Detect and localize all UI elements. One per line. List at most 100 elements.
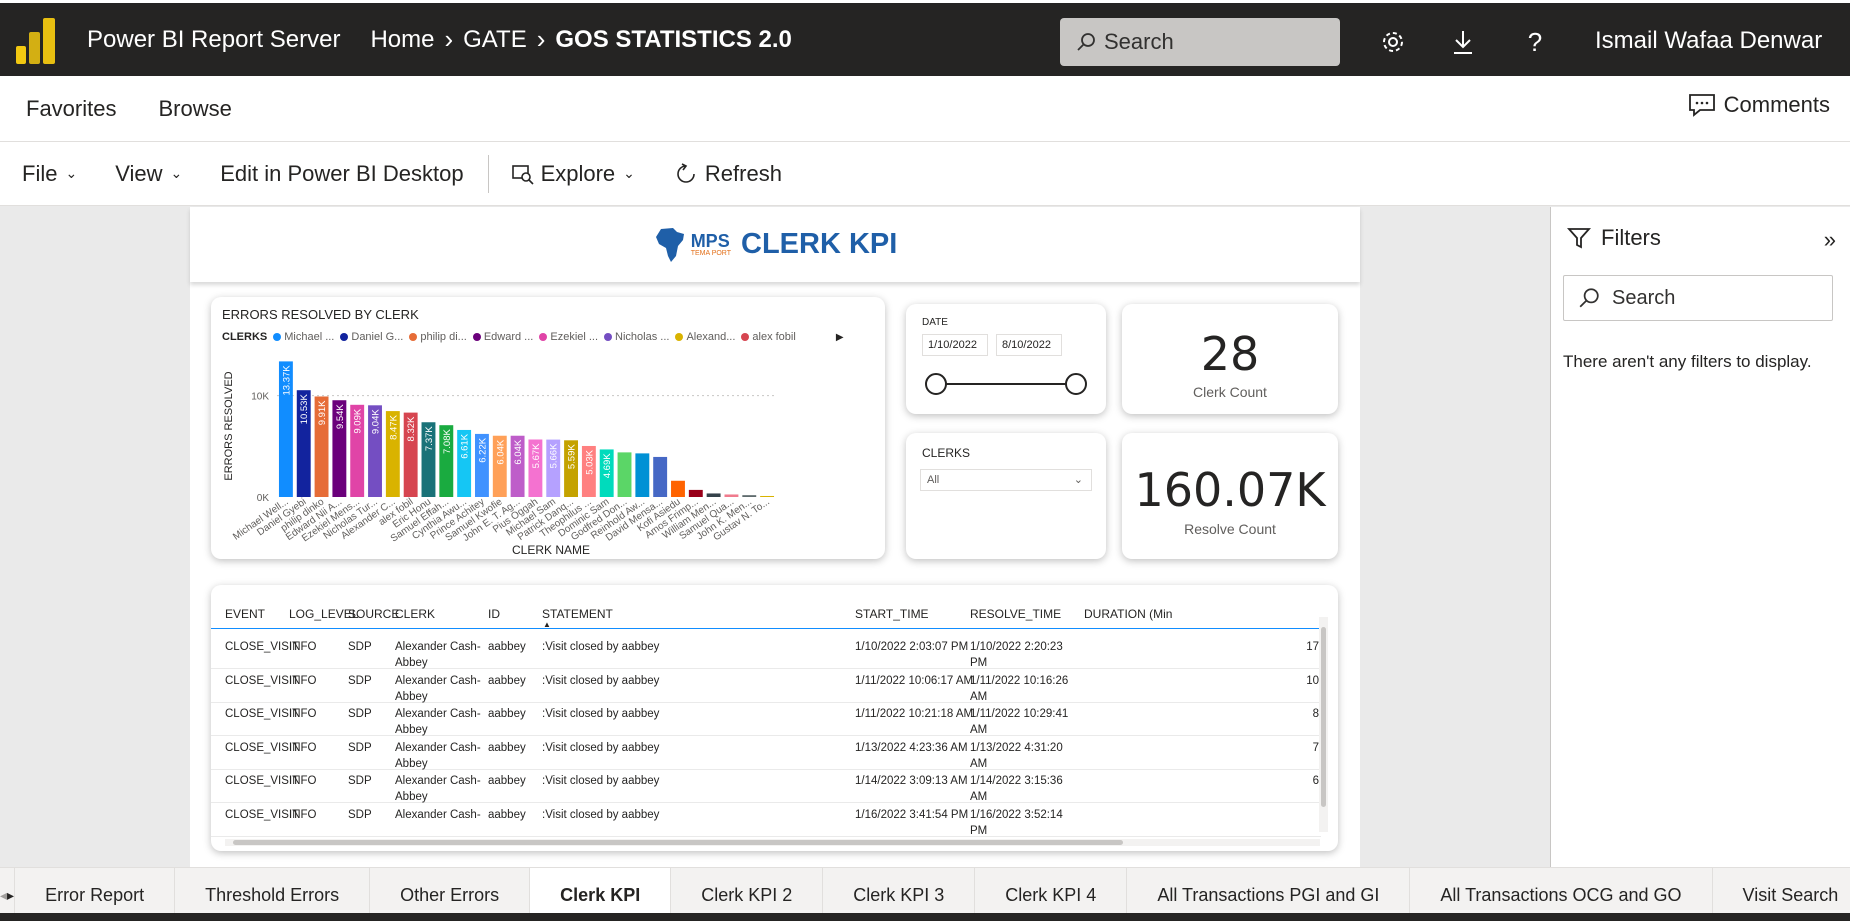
legend-item-label: Alexand... bbox=[686, 331, 736, 343]
cell-source: SDP bbox=[348, 641, 372, 653]
legend-item[interactable]: Michael ... bbox=[273, 331, 334, 343]
legend-item[interactable]: Alexand... bbox=[675, 331, 735, 343]
column-header-resolve-time[interactable]: RESOLVE_TIME bbox=[970, 607, 1061, 621]
column-header-start-time[interactable]: START_TIME bbox=[855, 607, 929, 621]
date-end-input[interactable]: 8/10/2022 bbox=[996, 334, 1062, 356]
view-menu[interactable]: View ⌄ bbox=[115, 161, 182, 187]
column-header-clerk[interactable]: CLERK bbox=[395, 607, 435, 621]
toolbar-divider bbox=[487, 154, 489, 193]
data-label: 4.69K bbox=[602, 453, 613, 478]
date-slider-start-handle[interactable] bbox=[925, 373, 947, 395]
legend-item[interactable]: Ezekiel ... bbox=[539, 331, 598, 343]
nav-browse[interactable]: Browse bbox=[158, 96, 231, 122]
comments-button[interactable]: Comments bbox=[1688, 92, 1830, 118]
cell-duration: 7 bbox=[1312, 741, 1319, 754]
cell-start-time: 1/10/2022 2:03:07 PM bbox=[855, 641, 969, 653]
column-header-event[interactable]: EVENT bbox=[225, 607, 265, 621]
filters-search-input[interactable]: Search bbox=[1563, 275, 1833, 321]
column-header-source[interactable]: SOURCE bbox=[348, 607, 399, 621]
data-label: 5.67K bbox=[531, 443, 542, 468]
nav-bar: Favorites Browse Comments bbox=[0, 76, 1850, 142]
download-icon[interactable] bbox=[1448, 27, 1478, 57]
cell-id: aabbey bbox=[488, 674, 526, 687]
clerks-dropdown-value: All bbox=[927, 474, 940, 486]
explore-label: Explore bbox=[540, 160, 616, 186]
app-title[interactable]: Power BI Report Server bbox=[87, 26, 340, 54]
cell-log-level: INFO bbox=[289, 775, 317, 788]
chevron-down-icon: ⌄ bbox=[623, 165, 635, 181]
legend-dot-icon bbox=[472, 333, 481, 341]
scrollbar-thumb[interactable] bbox=[233, 840, 1123, 845]
legend-next-icon[interactable]: ▶ bbox=[836, 332, 844, 343]
data-label: 7.08K bbox=[442, 429, 453, 454]
cell-statement: :Visit closed by aabbey bbox=[542, 775, 660, 788]
cell-log-level: INFO bbox=[289, 708, 317, 721]
bar[interactable] bbox=[688, 489, 703, 497]
search-input[interactable]: Search bbox=[1060, 18, 1340, 66]
cell-event: CLOSE_VISIT bbox=[225, 674, 300, 687]
breadcrumb-gate[interactable]: GATE bbox=[463, 26, 527, 54]
file-menu[interactable]: File ⌄ bbox=[22, 161, 77, 187]
bar[interactable] bbox=[671, 480, 685, 497]
errors-resolved-chart[interactable]: ERRORS RESOLVED BY CLERK CLERKS Michael … bbox=[211, 297, 885, 559]
data-label: 9.91K bbox=[317, 400, 328, 425]
previous-page-icon[interactable]: ◂ bbox=[0, 887, 7, 904]
filters-title: Filters bbox=[1601, 225, 1661, 250]
cell-duration: 8 bbox=[1312, 708, 1319, 721]
nav-favorites[interactable]: Favorites bbox=[26, 96, 116, 122]
legend-dot-icon bbox=[273, 333, 282, 341]
bar[interactable] bbox=[706, 493, 721, 497]
legend-item[interactable]: alex fobil bbox=[741, 331, 796, 343]
bar[interactable] bbox=[760, 495, 775, 497]
bar[interactable] bbox=[742, 495, 757, 497]
table-vertical-scrollbar[interactable] bbox=[1319, 617, 1328, 832]
data-label: 6.61K bbox=[460, 433, 471, 458]
cell-start-time: 1/16/2022 3:41:54 PM bbox=[855, 809, 969, 821]
column-header-statement[interactable]: STATEMENT bbox=[542, 607, 613, 621]
legend-item-label: Michael ... bbox=[284, 331, 335, 343]
help-icon[interactable]: ? bbox=[1520, 27, 1550, 57]
resolve-count-value: 160.07K bbox=[1134, 463, 1326, 517]
cell-duration: 17 bbox=[1306, 641, 1319, 653]
toolbar: File ⌄ View ⌄ Edit in Power BI Desktop E… bbox=[0, 142, 1850, 206]
legend-item-label: Nicholas ... bbox=[615, 331, 670, 343]
table-horizontal-scrollbar[interactable] bbox=[225, 839, 1320, 846]
error-log-table: EVENT LOG_LEVEL SOURCE CLERK ID STATEMEN… bbox=[211, 585, 1338, 851]
power-bi-logo-icon[interactable] bbox=[16, 16, 56, 64]
date-start-input[interactable]: 1/10/2022 bbox=[922, 334, 988, 356]
collapse-filters-icon[interactable]: » bbox=[1824, 227, 1836, 253]
cell-resolve-time: 1/16/2022 3:52:14 PM bbox=[970, 809, 1063, 837]
clerks-dropdown[interactable]: All ⌄ bbox=[920, 469, 1092, 491]
gear-icon[interactable] bbox=[1378, 27, 1408, 57]
refresh-button[interactable]: Refresh bbox=[675, 161, 782, 187]
next-page-icon[interactable]: ▸ bbox=[7, 887, 14, 904]
mps-logo: MPS TEMA PORT bbox=[653, 226, 731, 264]
column-header-id[interactable]: ID bbox=[488, 607, 500, 621]
bar[interactable] bbox=[724, 494, 739, 497]
bar[interactable] bbox=[653, 456, 668, 497]
no-filters-message: There aren't any filters to display. bbox=[1563, 352, 1812, 371]
bar[interactable] bbox=[635, 453, 650, 497]
user-name[interactable]: Ismail Wafaa Denwar bbox=[1595, 27, 1822, 55]
data-label: 9.04K bbox=[371, 409, 382, 434]
explore-icon bbox=[511, 164, 534, 185]
legend-dot-icon bbox=[604, 333, 613, 341]
data-label: 5.66K bbox=[549, 443, 560, 468]
report-title: CLERK KPI bbox=[741, 228, 898, 260]
date-slicer-title: DATE bbox=[922, 317, 948, 328]
legend-item[interactable]: philip di... bbox=[409, 331, 467, 343]
legend-item[interactable]: Edward ... bbox=[472, 331, 533, 343]
chevron-down-icon: ⌄ bbox=[170, 165, 183, 181]
table-row[interactable]: CLOSE_VISIT INFO SDP Alexander Cash-aabbey:… bbox=[211, 798, 1321, 837]
column-header-duration[interactable]: DURATION (Min bbox=[1084, 607, 1321, 621]
edit-in-desktop-button[interactable]: Edit in Power BI Desktop bbox=[220, 161, 463, 187]
legend-item[interactable]: Nicholas ... bbox=[604, 331, 669, 343]
date-slicer: DATE 1/10/2022 8/10/2022 bbox=[906, 304, 1106, 414]
legend-item[interactable]: Daniel G... bbox=[340, 331, 403, 343]
explore-menu[interactable]: Explore ⌄ bbox=[511, 161, 635, 187]
scrollbar-thumb[interactable] bbox=[1321, 627, 1326, 807]
date-slider-end-handle[interactable] bbox=[1065, 373, 1087, 395]
chevron-right-icon: › bbox=[444, 24, 454, 54]
bar[interactable] bbox=[617, 452, 632, 497]
breadcrumb-home[interactable]: Home bbox=[370, 26, 434, 54]
